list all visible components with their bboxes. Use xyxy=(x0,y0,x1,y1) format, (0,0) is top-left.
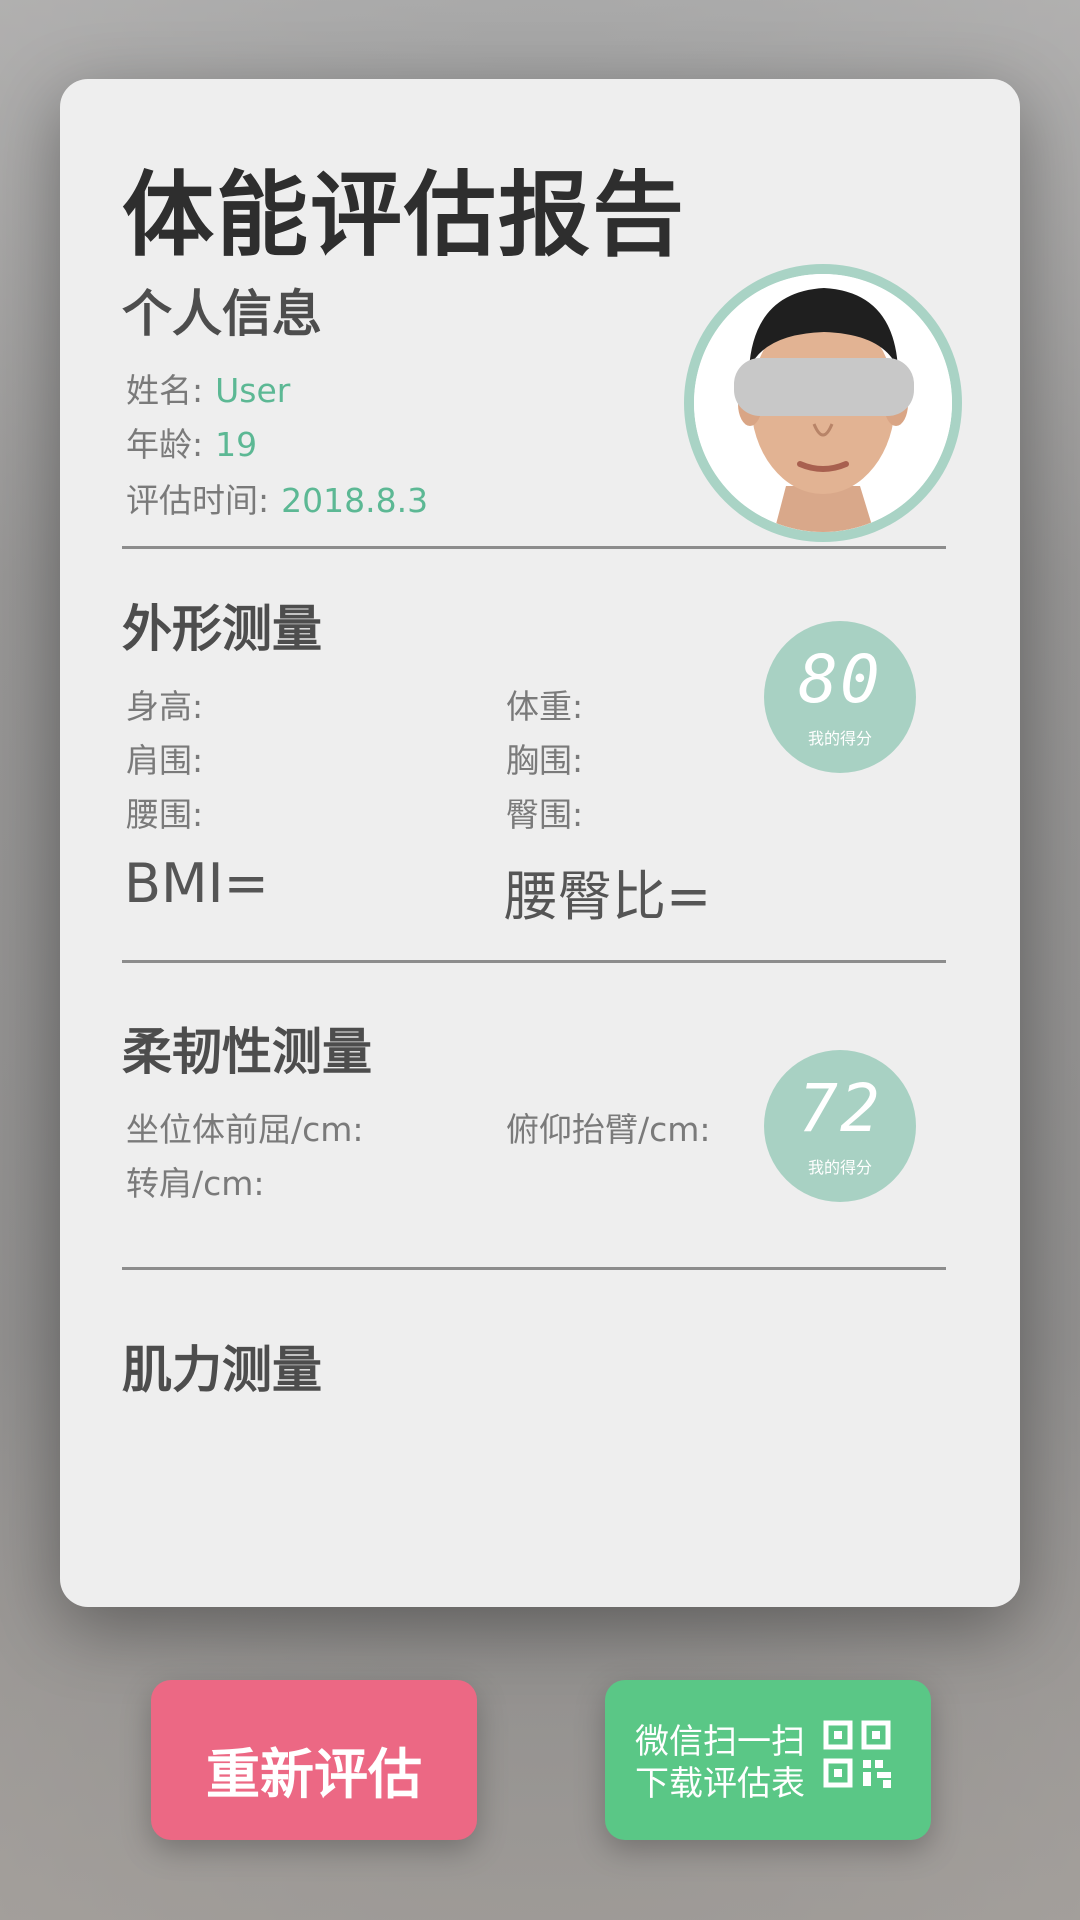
eval-time-label: 评估时间: xyxy=(126,481,270,520)
report-card: 体能评估报告 个人信息 姓名: User 年龄: 19 评估时间: 2018.8.3 xyxy=(60,79,1020,1607)
chest-girth-label: 胸围: xyxy=(506,741,584,780)
hip-girth-label: 臀围: xyxy=(506,795,584,834)
shape-score-badge: 80 我的得分 xyxy=(764,621,916,773)
age-label: 年龄: xyxy=(126,425,204,464)
weight-label: 体重: xyxy=(506,687,584,726)
divider-1 xyxy=(122,546,946,549)
shape-score-label: 我的得分 xyxy=(807,729,872,748)
page-title: 体能评估报告 xyxy=(122,162,687,269)
shoulder-turn-label: 转肩/cm: xyxy=(126,1164,265,1203)
name-row: 姓名: User xyxy=(126,364,290,412)
flexibility-score-label: 我的得分 xyxy=(807,1158,872,1177)
eval-time-row: 评估时间: 2018.8.3 xyxy=(126,474,428,522)
divider-3 xyxy=(122,1267,946,1270)
bmi-label: BMI= xyxy=(124,852,269,915)
height-label: 身高: xyxy=(126,687,204,726)
eval-time-value: 2018.8.3 xyxy=(281,481,429,520)
wechat-download-button[interactable]: 微信扫一扫 下载评估表 xyxy=(605,1680,931,1840)
restart-assessment-button[interactable]: 重新评估 xyxy=(151,1680,477,1840)
sit-reach-label: 坐位体前屈/cm: xyxy=(126,1110,364,1149)
restart-button-label: 重新评估 xyxy=(206,1743,422,1806)
shape-measure-heading: 外形测量 xyxy=(122,600,322,658)
download-form-label: 下载评估表 xyxy=(635,1764,805,1804)
waist-hip-ratio-label: 腰臀比= xyxy=(504,865,712,928)
flexibility-score-value: 72 xyxy=(798,1070,882,1147)
waist-girth-label: 腰围: xyxy=(126,795,204,834)
age-value: 19 xyxy=(215,425,258,464)
flexibility-score-badge: 72 我的得分 xyxy=(764,1050,916,1202)
prone-arm-lift-label: 俯仰抬臂/cm: xyxy=(506,1110,711,1149)
name-value: User xyxy=(215,371,291,410)
shoulder-girth-label: 肩围: xyxy=(126,741,204,780)
strength-heading: 肌力测量 xyxy=(122,1341,322,1399)
personal-info-heading: 个人信息 xyxy=(122,285,322,343)
name-label: 姓名: xyxy=(126,371,204,410)
flexibility-heading: 柔韧性测量 xyxy=(122,1023,372,1081)
user-photo-icon xyxy=(694,274,952,532)
shape-score-value: 80 xyxy=(798,641,882,718)
avatar xyxy=(684,264,962,542)
divider-2 xyxy=(122,960,946,963)
qr-code-icon xyxy=(823,1720,891,1788)
age-row: 年龄: 19 xyxy=(126,418,257,466)
